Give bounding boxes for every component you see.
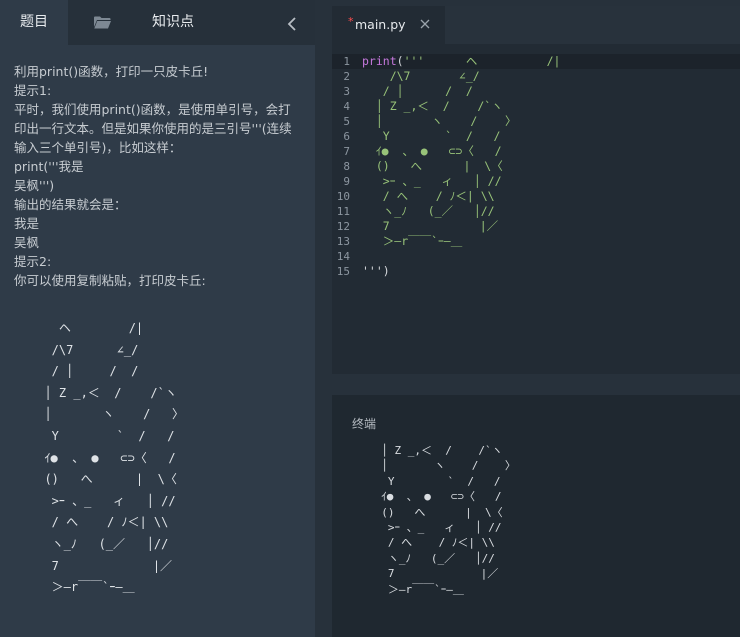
line-number: 9 [343,175,350,188]
terminal-panel: 终端 │ Z _,＜ / /`ヽ │ ヽ / 〉 Y ` / / ｲ● 、 ● … [332,395,740,637]
code-text: ヽ_ﾉ (_／ │// [362,204,495,218]
editor-tab-bar: * main.py [332,6,740,44]
problem-description: 利用print()函数，打印一只皮卡丘! 提示1: 平时，我们使用print()函数… [14,62,299,290]
line-number: 10 [336,190,350,203]
code-text: / │ / / [362,84,473,98]
code-text: ''' ヘ /| [403,54,561,68]
line-number: 14 [336,250,350,263]
line-number: 3 [343,85,350,98]
code-line[interactable]: 7 ｲ● 、 ● ⊂⊃〈 / [332,144,740,159]
code-line[interactable]: 10 / へ / ﾉ＜| \\ [332,189,740,204]
problem-line: 提示1: [14,83,52,98]
line-number: 13 [336,235,350,248]
line-code: print(''' ヘ /| [362,54,560,69]
code-text: / へ / ﾉ＜| \\ [362,189,495,203]
code-line[interactable]: 3 / │ / / [332,84,740,99]
line-number: 8 [343,160,350,173]
code-text: >ｰ 、_ ィ │ // [362,174,502,188]
file-tab-label: main.py [355,17,406,32]
line-code: ヽ_ﾉ (_／ │// [362,204,495,219]
terminal-title: 终端 [352,417,377,431]
code-line[interactable]: 14 [332,249,740,264]
problem-line: 提示2: [14,254,52,269]
close-icon[interactable] [420,19,430,29]
chevron-left-icon[interactable] [286,17,298,31]
line-code: Y ` / / [362,129,501,144]
left-tab-bar: 题目 知识点 [0,0,315,45]
code-line[interactable]: 9 >ｰ 、_ ィ │ // [332,174,740,189]
code-line[interactable]: 4 │ Z _,＜ / /`ヽ [332,99,740,114]
line-number: 1 [343,55,350,68]
problem-line: 你可以使用复制粘贴，打印皮卡丘: [14,273,206,288]
line-number: 4 [343,100,350,113]
code-editor[interactable]: * main.py 1 print(''' ヘ /| 2 /\7 ∠_/3 / │ … [332,6,740,374]
code-text: 7 |／ [362,219,499,233]
line-code: / へ / ﾉ＜| \\ [362,189,495,204]
code-line[interactable]: 13 ＞―r￣￣`ｰ―＿ [332,234,740,249]
line-number: 6 [343,130,350,143]
code-line[interactable]: 6 Y ` / / [332,129,740,144]
code-text: ''') [362,264,390,278]
file-tab-main-py[interactable]: * main.py [332,6,445,44]
code-text: Y ` / / [362,129,501,143]
line-code: >ｰ 、_ ィ │ // [362,174,502,189]
line-number: 11 [336,205,350,218]
code-line[interactable]: 11 ヽ_ﾉ (_／ │// [332,204,740,219]
code-text: │ Z _,＜ / /`ヽ [362,99,503,113]
code-area[interactable]: 1 print(''' ヘ /| 2 /\7 ∠_/3 / │ / /4 │ Z _… [332,54,740,279]
code-line[interactable]: 5 │ ヽ / 〉 [332,114,740,129]
problem-line: 吴枫''') [14,178,55,193]
problem-line: 平时，我们使用print()函数，是使用单引号，会打印出一行文本。但是如果你使用… [14,102,292,155]
line-code: ＞―r￣￣`ｰ―＿ [362,234,462,249]
line-code: │ Z _,＜ / /`ヽ [362,99,503,114]
code-line[interactable]: 8 () へ | \〈 [332,159,740,174]
line-code: 7 |／ [362,219,498,234]
pikachu-ascii-art: ヘ /| /\7 ∠_/ / │ / / │ Z _,＜ / /`ヽ │ ヽ /… [44,321,185,595]
code-line[interactable]: 2 /\7 ∠_/ [332,69,740,84]
problem-line: 利用print()函数，打印一只皮卡丘! [14,64,209,79]
line-code: ''') [362,264,390,279]
problem-panel: 题目 知识点 利用print()函数，打印一只皮卡丘! 提示1: 平时，我们使用pr… [0,0,315,637]
code-text: ＞―r￣￣`ｰ―＿ [362,234,463,248]
line-code: ｲ● 、 ● ⊂⊃〈 / [362,144,502,159]
tab-knowledge[interactable]: 知识点 [152,0,194,45]
problem-line: print('''我是 [14,159,84,174]
code-text: () へ | \〈 [362,159,503,173]
problem-line: 吴枫 [14,235,40,250]
code-text: │ ヽ / 〉 [362,114,517,128]
line-number: 2 [343,70,350,83]
code-text: /\7 ∠_/ [362,69,480,83]
line-number: 12 [336,220,350,233]
line-code: () へ | \〈 [362,159,503,174]
line-number: 15 [336,265,350,278]
terminal-output: │ Z _,＜ / /`ヽ │ ヽ / 〉 Y ` / / ｲ● 、 ● ⊂⊃〈… [381,444,516,596]
tab-problem[interactable]: 题目 [0,0,68,45]
code-line[interactable]: 1 print(''' ヘ /| [332,54,740,69]
unsaved-indicator-icon: * [348,15,354,28]
problem-line: 输出的结果就会是： [14,197,127,212]
line-number: 5 [343,115,350,128]
folder-icon[interactable] [94,16,111,29]
code-line[interactable]: 12 7 |／ [332,219,740,234]
code-keyword: print [362,54,397,68]
code-text: ｲ● 、 ● ⊂⊃〈 / [362,144,502,158]
problem-line: 我是 [14,216,40,231]
line-code: │ ヽ / 〉 [362,114,517,129]
line-code: /\7 ∠_/ [362,69,480,84]
line-number: 7 [343,145,350,158]
line-code: / │ / / [362,84,473,99]
code-line[interactable]: 15 ''') [332,264,740,279]
code-paren: ( [396,54,404,68]
